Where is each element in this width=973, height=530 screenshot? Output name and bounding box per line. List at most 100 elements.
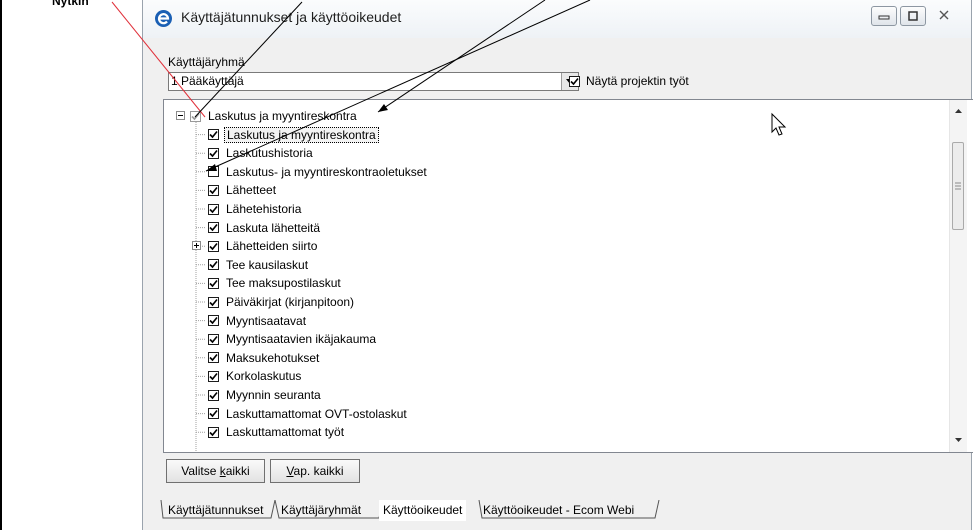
tree-root-label: Laskutus ja myyntireskontra xyxy=(208,109,357,123)
checkmark-icon xyxy=(209,224,218,232)
tree-item-checkbox[interactable] xyxy=(208,240,219,252)
checkmark-icon xyxy=(209,354,218,362)
tree-item[interactable]: Tee maksupostilaskut xyxy=(208,274,343,292)
tree-item-checkbox[interactable] xyxy=(208,147,219,159)
maximize-button[interactable] xyxy=(900,6,926,26)
tree-item-checkbox[interactable] xyxy=(208,222,219,234)
tree-item-label: Laskutus- ja myyntireskontraoletukset xyxy=(226,164,427,179)
tree-item[interactable]: Myyntisaatavien ikäjakauma xyxy=(208,330,378,348)
checkmark-icon xyxy=(570,77,579,85)
page-border-left xyxy=(0,0,2,530)
grip-icon xyxy=(955,182,961,190)
vertical-scrollbar[interactable] xyxy=(949,100,967,452)
scroll-thumb[interactable] xyxy=(952,142,964,230)
tree-item[interactable]: Myynnin seuranta xyxy=(208,386,323,404)
select-all-label: Valitse kaikki xyxy=(181,464,250,478)
scroll-up-button[interactable] xyxy=(950,102,967,119)
tree-item[interactable]: Maksukehotukset xyxy=(208,349,321,367)
tab-strip: Käyttäjätunnukset Käyttäjäryhmät Käyttöo… xyxy=(159,500,971,521)
tree-item[interactable]: Tee kausilaskut xyxy=(208,256,310,274)
checkmark-icon xyxy=(209,428,218,436)
close-button[interactable] xyxy=(929,6,959,24)
clear-all-label: Vap. kaikki xyxy=(286,464,344,478)
title-bar[interactable]: Käyttäjätunnukset ja käyttöoikeudet xyxy=(143,0,971,38)
tree-item[interactable]: Korkolaskutus xyxy=(208,367,303,385)
tree-item-label: Laskutushistoria xyxy=(226,146,313,161)
tab-permissions[interactable]: Käyttöoikeudet xyxy=(379,500,467,521)
tree-root-item[interactable]: Laskutus ja myyntireskontra xyxy=(190,107,359,125)
permissions-tree: Laskutus ja myyntireskontra Laskutus ja m… xyxy=(163,99,973,453)
tree-item-checkbox[interactable] xyxy=(208,426,219,438)
checkmark-icon xyxy=(209,335,218,343)
tree-item[interactable]: Laskutushistoria xyxy=(208,144,315,162)
tree-item-checkbox[interactable] xyxy=(208,352,219,364)
tree-item-label: Laskuttamattomat työt xyxy=(226,425,345,440)
tree-item-label: Laskutus ja myyntireskontra xyxy=(224,126,379,143)
tree-item-checkbox[interactable] xyxy=(208,259,219,271)
show-project-checkbox[interactable] xyxy=(569,75,580,87)
checkmark-icon xyxy=(209,242,218,250)
tree-item-label: Lähetteet xyxy=(226,183,277,198)
tree-item-checkbox[interactable] xyxy=(208,408,219,420)
tree-item-label: Maksukehotukset xyxy=(226,350,320,365)
checkmark-icon xyxy=(209,410,218,418)
expand-icon[interactable] xyxy=(192,241,201,251)
tree-item-checkbox[interactable] xyxy=(208,389,219,401)
tree-item-checkbox[interactable] xyxy=(208,203,219,215)
tree-item-label: Tee kausilaskut xyxy=(226,257,309,272)
checkmark-icon xyxy=(209,186,218,195)
tree-item[interactable]: Lähetteet xyxy=(208,181,278,199)
checkmark-icon xyxy=(209,205,218,213)
tree-item-checkbox[interactable] xyxy=(208,296,219,308)
show-project-work-toggle[interactable]: Näytä projektin työt xyxy=(569,74,689,88)
tree-item[interactable]: Laskutus ja myyntireskontra xyxy=(208,126,379,144)
clear-all-button[interactable]: Vap. kaikki xyxy=(270,459,360,483)
tree-item-label: Myyntisaatavien ikäjakauma xyxy=(226,332,377,347)
tree-item-checkbox[interactable] xyxy=(208,166,219,178)
tree-item[interactable]: Lähetehistoria xyxy=(208,200,303,218)
checkmark-icon xyxy=(209,149,218,157)
select-all-button[interactable]: Valitse kaikki xyxy=(166,459,265,483)
user-group-value: 1 Pääkäyttäjä xyxy=(171,74,244,88)
collapse-icon[interactable] xyxy=(176,111,185,120)
tree-item-label: Tee maksupostilaskut xyxy=(226,276,341,291)
tree-item-label: Päiväkirjat (kirjanpitoon) xyxy=(226,295,355,309)
tree-item[interactable]: Laskuttamattomat työt xyxy=(208,423,346,441)
checkmark-icon xyxy=(209,391,218,399)
tab-users[interactable]: Käyttäjätunnukset xyxy=(164,500,267,520)
tree-item-label: Korkolaskutus xyxy=(226,369,302,384)
tab-user-groups[interactable]: Käyttäjäryhmät xyxy=(277,500,365,520)
scroll-down-icon xyxy=(955,437,962,442)
tree-item-label: Myyntisaatavat xyxy=(226,313,307,328)
user-group-select[interactable]: 1 Pääkäyttäjä xyxy=(168,72,579,91)
tree-item-label: Lähetehistoria xyxy=(226,202,302,216)
tree-item-label: Myynnin seuranta xyxy=(226,388,321,402)
tree-item-checkbox[interactable] xyxy=(208,129,219,141)
tree-content: Laskutus ja myyntireskontra Laskutus ja m… xyxy=(164,100,949,452)
checkmark-icon xyxy=(209,372,218,381)
annotation-label: Nytkin xyxy=(52,0,89,8)
tree-item[interactable]: Laskuttamattomat OVT-ostolaskut xyxy=(208,405,409,423)
minimize-icon xyxy=(878,15,890,20)
checkmark-icon xyxy=(209,261,218,269)
tree-item[interactable]: Lähetteiden siirto xyxy=(208,237,319,255)
window-title: Käyttäjätunnukset ja käyttöoikeudet xyxy=(181,9,402,25)
tree-item-checkbox[interactable] xyxy=(208,277,219,289)
tree-item[interactable]: Myyntisaatavat xyxy=(208,312,308,330)
maximize-icon xyxy=(908,11,918,21)
tree-item-label: Laskuta lähetteitä xyxy=(226,220,321,235)
show-project-label: Näytä projektin työt xyxy=(586,74,689,88)
tab-permissions-ecom-web[interactable]: Käyttöoikeudet - Ecom Webi xyxy=(479,500,638,520)
scroll-down-button[interactable] xyxy=(950,431,967,448)
tree-item-checkbox[interactable] xyxy=(208,370,219,382)
tree-item-checkbox[interactable] xyxy=(208,315,219,327)
tree-item-checkbox[interactable] xyxy=(208,184,219,196)
tree-item[interactable]: Laskuta lähetteitä xyxy=(208,219,322,237)
checkmark-icon xyxy=(209,298,218,306)
tree-root-checkbox[interactable] xyxy=(190,110,201,122)
tree-item-checkbox[interactable] xyxy=(208,333,219,345)
tree-item[interactable]: Laskutus- ja myyntireskontraoletukset xyxy=(208,163,429,181)
scroll-up-icon xyxy=(955,108,962,113)
tree-item[interactable]: Päiväkirjat (kirjanpitoon) xyxy=(208,293,356,311)
minimize-button[interactable] xyxy=(871,6,897,26)
